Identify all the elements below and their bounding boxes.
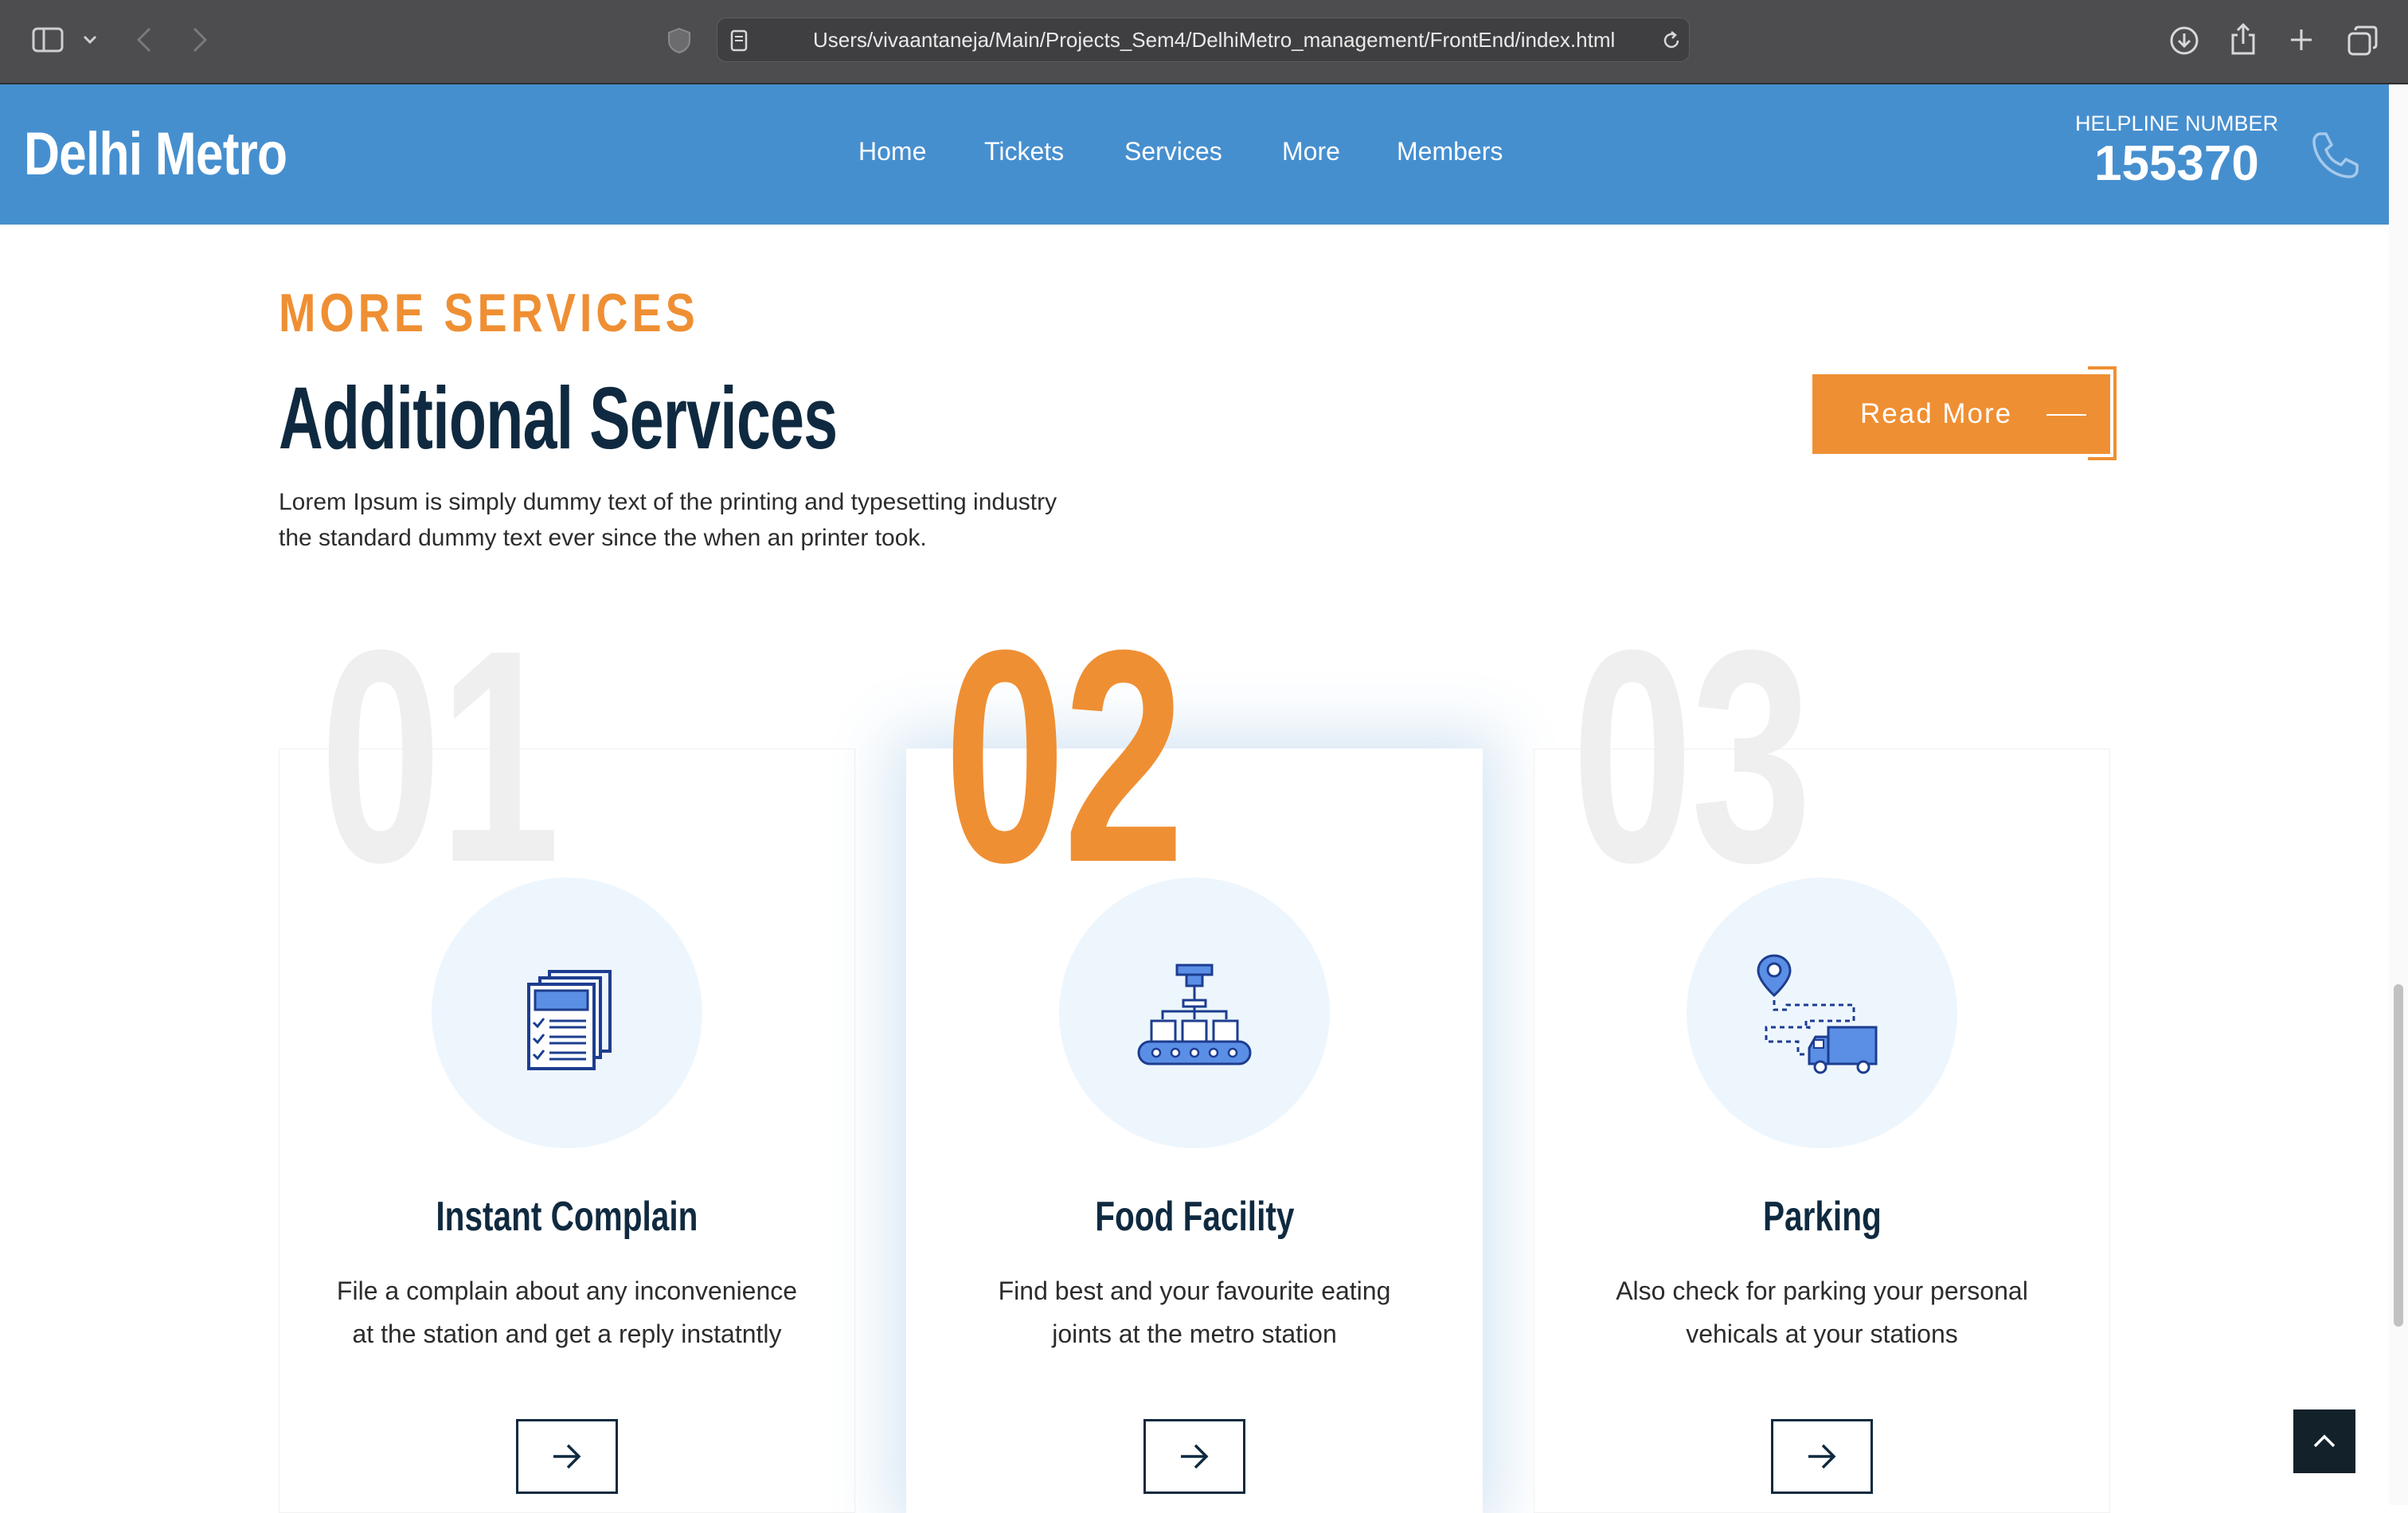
card-text-line: joints at the metro station: [1052, 1319, 1337, 1348]
card-title-text: Instant Complain: [436, 1194, 698, 1240]
conveyor-belt-icon: [1137, 964, 1252, 1065]
card-number: 02: [944, 587, 1184, 925]
helpline-label: HELPLINE NUMBER: [2075, 111, 2279, 135]
forward-icon[interactable]: [191, 25, 209, 54]
card-title-text: Parking: [1762, 1194, 1882, 1240]
new-tab-icon[interactable]: [2289, 27, 2314, 53]
card-title: Food Facility: [906, 1193, 1483, 1241]
card-arrow-button[interactable]: [1771, 1419, 1873, 1494]
card-number: 03: [1572, 587, 1812, 925]
read-more-button[interactable]: Read More: [1812, 374, 2110, 454]
description-line: the standard dummy text ever since the w…: [279, 525, 927, 551]
site-header: Delhi Metro Home Tickets Services More M…: [0, 84, 2389, 225]
card-text-line: Also check for parking your personal: [1616, 1276, 2028, 1305]
card-text: Also check for parking your personal veh…: [1534, 1269, 2110, 1355]
scrollbar-thumb[interactable]: [2394, 984, 2403, 1327]
card-icon-circle: [1687, 878, 1957, 1148]
nav-tickets[interactable]: Tickets: [984, 137, 1064, 166]
chevron-down-icon[interactable]: [83, 35, 97, 45]
download-icon[interactable]: [2169, 25, 2199, 56]
read-more-line-icon: [2046, 414, 2086, 416]
arrow-right-icon: [1181, 1444, 1209, 1469]
nav-more[interactable]: More: [1282, 137, 1340, 166]
card-arrow-button[interactable]: [1143, 1419, 1245, 1494]
card-icon-circle: [1059, 878, 1330, 1148]
document-checklist-icon: [527, 970, 612, 1070]
arrow-right-icon: [553, 1444, 581, 1469]
card-text: File a complain about any inconvenience …: [279, 1269, 855, 1355]
parking-route-truck-icon: [1757, 954, 1878, 1074]
card-text-line: vehicals at your stations: [1686, 1319, 1958, 1348]
nav-home[interactable]: Home: [858, 137, 926, 166]
description-line: Lorem Ipsum is simply dummy text of the …: [279, 489, 1057, 515]
card-arrow-button[interactable]: [516, 1419, 618, 1494]
shield-icon[interactable]: [667, 27, 691, 54]
sidebar-icon[interactable]: [32, 27, 64, 53]
nav-services[interactable]: Services: [1124, 137, 1222, 166]
tab-overview-icon[interactable]: [2347, 25, 2378, 56]
browser-toolbar: Users/vivaantaneja/Main/Projects_Sem4/De…: [0, 0, 2408, 84]
section-description: Lorem Ipsum is simply dummy text of the …: [279, 484, 1234, 556]
card-number: 01: [320, 587, 560, 925]
section-title: Additional Services: [279, 369, 838, 467]
section-eyebrow: MORE SERVICES: [279, 283, 699, 343]
phone-icon[interactable]: [2309, 129, 2362, 182]
chevron-up-icon: [2313, 1434, 2336, 1448]
back-to-top-button[interactable]: [2293, 1409, 2355, 1473]
page-icon: [730, 29, 748, 52]
share-icon[interactable]: [2230, 22, 2257, 56]
page-scrollbar[interactable]: [2389, 84, 2408, 1505]
card-text-line: Find best and your favourite eating: [998, 1276, 1391, 1305]
url-text[interactable]: Users/vivaantaneja/Main/Projects_Sem4/De…: [813, 28, 1615, 53]
card-title-text: Food Facility: [1094, 1194, 1295, 1240]
reload-icon[interactable]: [1660, 29, 1683, 52]
brand-logo[interactable]: Delhi Metro: [24, 119, 287, 189]
card-text-line: at the station and get a reply instatntl…: [352, 1319, 782, 1348]
read-more-label: Read More: [1860, 398, 2013, 429]
card-icon-circle: [432, 878, 702, 1148]
nav-members[interactable]: Members: [1397, 137, 1503, 166]
helpline-number[interactable]: 155370: [2094, 135, 2259, 192]
arrow-right-icon: [1808, 1444, 1836, 1469]
card-title: Instant Complain: [279, 1193, 855, 1241]
back-icon[interactable]: [135, 25, 153, 54]
address-bar[interactable]: Users/vivaantaneja/Main/Projects_Sem4/De…: [717, 18, 1690, 62]
card-text: Find best and your favourite eating join…: [906, 1269, 1483, 1355]
card-title: Parking: [1534, 1193, 2110, 1241]
card-text-line: File a complain about any inconvenience: [336, 1276, 798, 1305]
